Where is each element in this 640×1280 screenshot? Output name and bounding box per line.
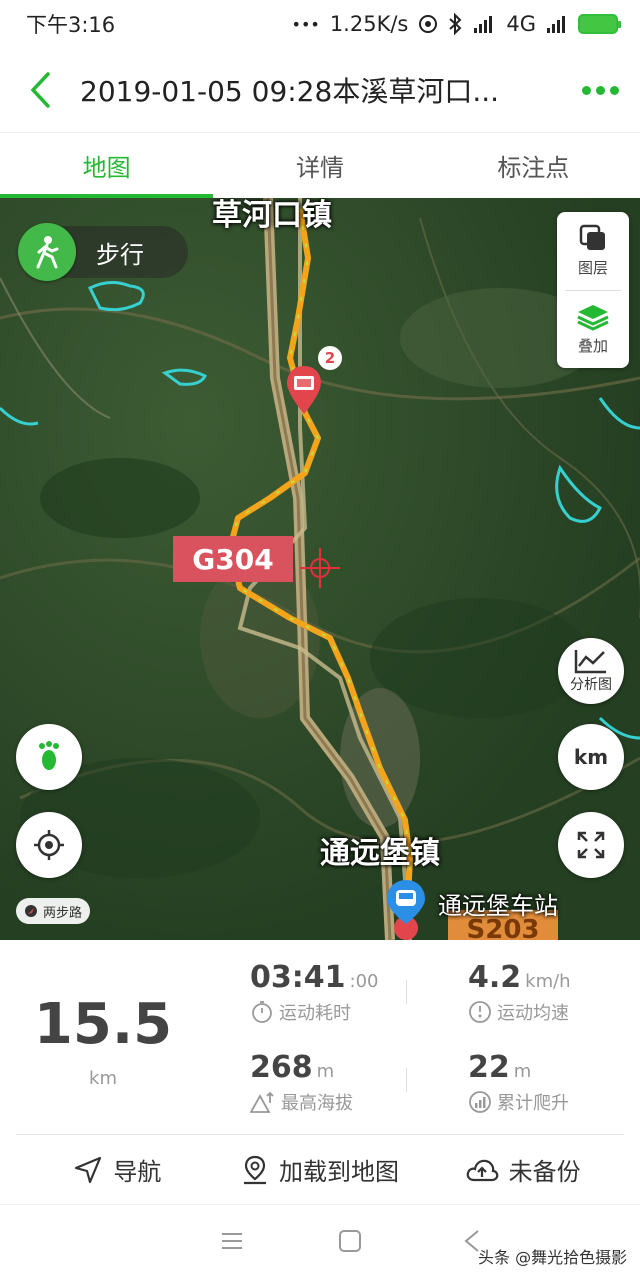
speed-gauge-icon — [469, 1001, 491, 1023]
footprint-icon — [39, 741, 59, 770]
signal-hd-icon — [474, 16, 493, 33]
stats-panel: 15.5 km 03:41:00 运动耗时 4.2 km/h 运动均速 268 m … — [0, 940, 640, 1134]
layers-button[interactable]: 图层 — [557, 212, 629, 290]
load-to-map-button[interactable]: 加载到地图 — [219, 1135, 422, 1204]
avg-speed-value: 4.2 — [468, 960, 522, 995]
status-speed: 1.25K/s — [329, 12, 409, 36]
layer-panel: 图层 叠加 — [557, 212, 629, 368]
climb-stat: 22 m 累计爬升 — [468, 1050, 569, 1115]
max-altitude-label: 最高海拔 — [281, 1093, 353, 1114]
more-dot-icon — [595, 85, 605, 95]
battery-icon — [578, 14, 621, 34]
title-bar: 2019-01-05 09:28本溪草河口... — [0, 48, 640, 132]
map-brand-label: 两步路 — [43, 905, 83, 921]
locate-button[interactable] — [16, 812, 82, 878]
crosshair-icon — [34, 830, 64, 860]
analysis-button[interactable]: 分析图 — [558, 638, 624, 704]
overlay-stack-icon — [577, 304, 609, 331]
station-marker[interactable] — [385, 878, 427, 940]
status-bar: 下午3:16 ••• 1.25K/s 4G — [0, 0, 640, 48]
sport-mode-label: 步行 — [96, 240, 144, 269]
layers-label: 图层 — [577, 259, 608, 278]
photo-marker[interactable] — [285, 364, 323, 420]
divider — [406, 980, 407, 1004]
action-bar: 导航 加载到地图 未备份 — [16, 1134, 624, 1204]
max-altitude-value: 268 — [250, 1050, 313, 1085]
page-title: 2019-01-05 09:28本溪草河口... — [80, 75, 500, 108]
duration-suffix: :00 — [349, 971, 379, 992]
station-label: 通远堡车站 — [438, 892, 558, 920]
stopwatch-icon — [252, 1001, 272, 1023]
distance-value: 15.5 — [33, 992, 173, 1057]
backup-button[interactable]: 未备份 — [421, 1135, 624, 1204]
tab-map[interactable]: 地图 — [0, 133, 214, 198]
more-dot-icon — [609, 85, 619, 95]
cloud-upload-icon — [466, 1159, 499, 1181]
road-sign-g304: G304 — [173, 536, 293, 582]
hotspot-icon — [419, 15, 438, 33]
analysis-label: 分析图 — [570, 677, 612, 693]
fullscreen-icon — [577, 831, 605, 859]
backup-label: 未备份 — [508, 1158, 581, 1186]
back-button[interactable] — [0, 48, 80, 132]
compass-arrow-icon — [25, 905, 37, 917]
max-altitude-stat: 268 m 最高海拔 — [250, 1050, 353, 1115]
home-icon[interactable] — [338, 1229, 362, 1253]
avg-speed-unit: km/h — [525, 971, 571, 992]
navigate-button[interactable]: 导航 — [16, 1135, 219, 1204]
fullscreen-button[interactable] — [558, 812, 624, 878]
duration-value: 03:41 — [250, 960, 346, 995]
duration-stat: 03:41:00 运动耗时 — [250, 960, 378, 1025]
place-label-top: 草河口镇 — [212, 198, 332, 233]
sport-mode-pill[interactable]: 步行 — [18, 223, 188, 281]
bluetooth-icon — [449, 13, 462, 35]
footprint-button[interactable] — [16, 724, 82, 790]
photo-count-badge: 2 — [318, 346, 342, 370]
max-altitude-unit: m — [316, 1061, 335, 1082]
map-view[interactable]: 草河口镇 通远堡镇 G304 S203 2 通远堡车站 — [0, 198, 640, 940]
mountain-peak-icon — [250, 1091, 274, 1113]
place-label-bottom: 通远堡镇 — [320, 836, 440, 871]
unit-toggle-button[interactable]: km — [558, 724, 624, 790]
distance-unit: km — [89, 1068, 117, 1089]
avg-speed-label: 运动均速 — [497, 1003, 569, 1024]
climb-unit: m — [513, 1061, 532, 1082]
walk-mode-button[interactable] — [18, 223, 76, 281]
watermark: 头条 @舞光拾色摄影 — [478, 1248, 628, 1267]
unit-label: km — [573, 745, 609, 769]
system-nav-bar — [0, 1204, 640, 1280]
chevron-left-icon — [30, 72, 50, 108]
overlay-button[interactable]: 叠加 — [565, 289, 621, 369]
map-pin-icon — [244, 1155, 266, 1184]
menu-icon[interactable] — [220, 1229, 244, 1253]
line-chart-icon — [574, 650, 606, 674]
more-button[interactable] — [560, 48, 640, 132]
tab-details[interactable]: 详情 — [213, 133, 426, 198]
signal-icon — [547, 16, 565, 33]
photo-pin-icon — [287, 366, 321, 414]
train-pin-icon — [387, 880, 425, 940]
climb-value: 22 — [468, 1050, 510, 1085]
map-brand-badge: 两步路 — [16, 898, 91, 924]
status-network: 4G — [506, 12, 536, 36]
more-dot-icon — [581, 85, 591, 95]
load-to-map-label: 加载到地图 — [279, 1158, 399, 1186]
status-time: 下午3:16 — [26, 13, 116, 37]
navigate-label: 导航 — [113, 1158, 162, 1186]
divider — [406, 1068, 407, 1092]
navigation-arrow-icon — [75, 1156, 102, 1183]
layers-icon — [579, 225, 605, 251]
avg-speed-stat: 4.2 km/h 运动均速 — [468, 960, 571, 1025]
status-dots: ••• — [291, 14, 320, 34]
tab-bar: 地图 详情 标注点 — [0, 132, 640, 198]
duration-label: 运动耗时 — [279, 1003, 351, 1024]
tab-markers[interactable]: 标注点 — [427, 133, 640, 198]
overlay-label: 叠加 — [577, 336, 608, 355]
walking-person-icon — [36, 236, 59, 269]
climb-label: 累计爬升 — [497, 1093, 569, 1114]
climb-chart-icon — [469, 1091, 491, 1113]
